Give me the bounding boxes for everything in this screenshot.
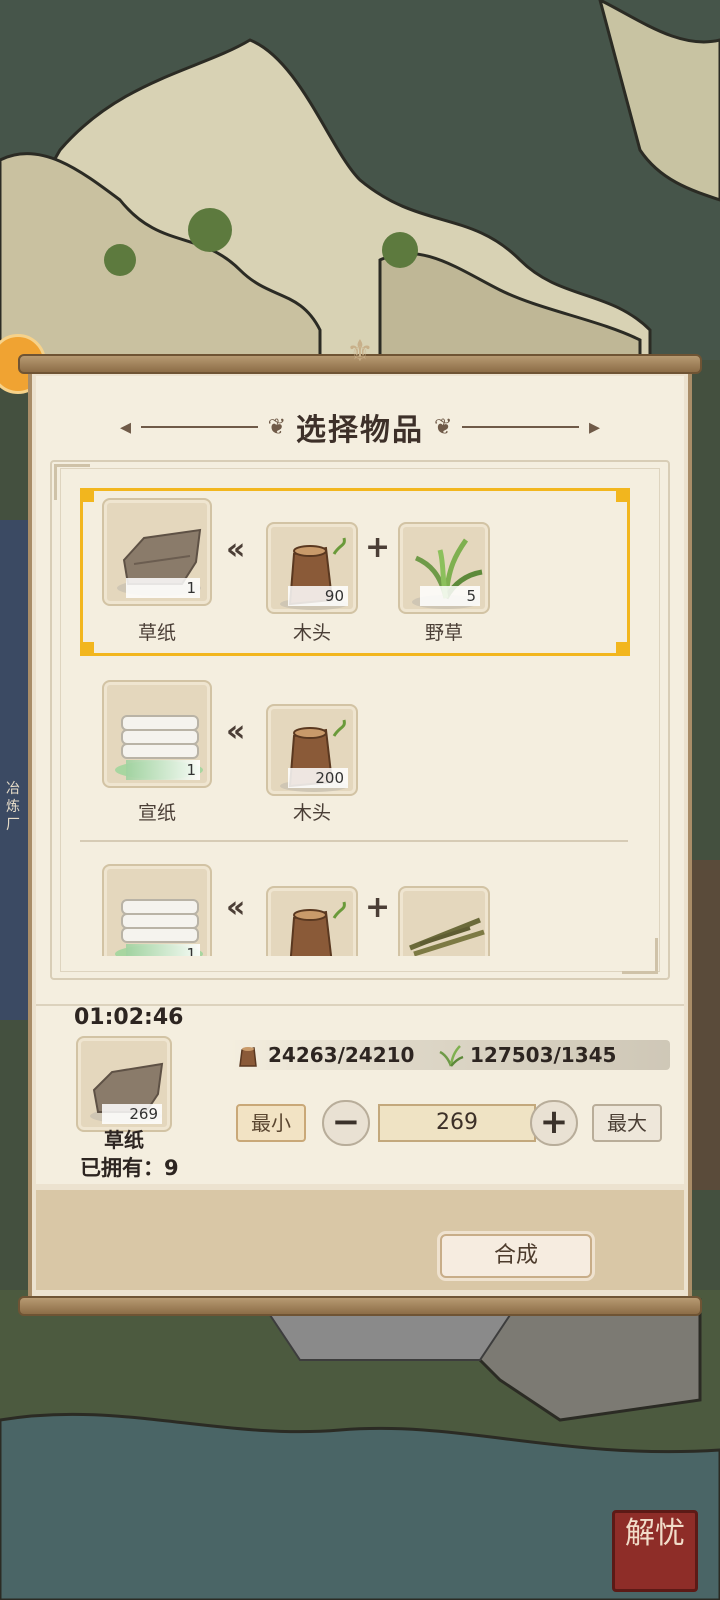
ingredient-name: 木头 bbox=[292, 622, 331, 644]
result-slot[interactable]: 1 bbox=[102, 498, 212, 606]
selected-item-count: 269 bbox=[102, 1104, 162, 1124]
resource-wood: 24263/24210 bbox=[236, 1040, 414, 1070]
recipe-row[interactable]: 1 草纸 « 90 木头 + 5 野草 bbox=[60, 470, 650, 656]
wood-log-icon bbox=[289, 901, 346, 956]
increase-button[interactable]: + bbox=[530, 1100, 578, 1146]
title-ornament-right-icon: ▸ bbox=[588, 414, 600, 440]
resource-grass: 127503/1345 bbox=[438, 1040, 616, 1070]
title-ornament-left-icon: ◂ bbox=[120, 414, 132, 440]
plus-icon: + bbox=[539, 1102, 569, 1142]
min-button[interactable]: 最小 bbox=[236, 1104, 306, 1142]
ingredient-slot[interactable]: 5 bbox=[398, 522, 490, 614]
twigs-icon bbox=[409, 917, 485, 956]
wild-grass-icon bbox=[439, 1045, 464, 1067]
seal-stamp-button[interactable]: 解忧 bbox=[612, 1510, 698, 1592]
item-count: 1 bbox=[126, 760, 200, 780]
ingredient-count: 5 bbox=[420, 586, 480, 606]
recipe-arrow-icon: « bbox=[226, 890, 246, 925]
result-slot[interactable]: 1 bbox=[102, 680, 212, 788]
item-name: 宣纸 bbox=[137, 802, 176, 824]
map-building-label[interactable]: 冶炼厂 bbox=[6, 780, 26, 834]
wood-log-icon bbox=[239, 1047, 257, 1067]
ingredient-name: 野草 bbox=[424, 622, 463, 644]
minus-icon: − bbox=[331, 1102, 361, 1142]
scroll-knot-icon: ⚜ bbox=[346, 334, 374, 369]
ingredient-slot[interactable]: 90 bbox=[266, 522, 358, 614]
result-slot[interactable]: 1 bbox=[102, 864, 212, 956]
max-button[interactable]: 最大 bbox=[592, 1104, 662, 1142]
ingredient-slot[interactable]: 200 bbox=[266, 704, 358, 796]
item-count: 1 bbox=[126, 944, 200, 956]
ingredient-name: 木头 bbox=[292, 802, 331, 824]
selected-item-name: 草纸 bbox=[104, 1128, 144, 1152]
dialog-title: 选择物品 bbox=[296, 413, 424, 448]
title-divider-right bbox=[462, 426, 579, 428]
title-swirl-left-icon: ❦ bbox=[267, 414, 286, 440]
title-swirl-right-icon: ❦ bbox=[434, 414, 453, 440]
rice-paper-icon bbox=[115, 899, 203, 956]
recipe-arrow-icon: « bbox=[226, 532, 246, 567]
craft-button[interactable]: 合成 bbox=[440, 1234, 592, 1278]
title-divider-left bbox=[141, 426, 258, 428]
resource-grass-amount: 127503/1345 bbox=[470, 1043, 617, 1067]
dialog-title-row: ◂ ❦ 选择物品 ❦ ▸ bbox=[120, 404, 600, 450]
recipe-list[interactable]: 1 草纸 « 90 木头 + 5 野草 1 宣纸 « 200 木头 1 « + bbox=[60, 470, 650, 956]
decrease-button[interactable]: − bbox=[322, 1100, 370, 1146]
resource-wood-amount: 24263/24210 bbox=[268, 1043, 415, 1067]
ingredient-count: 200 bbox=[288, 768, 348, 788]
recipe-row[interactable]: 1 宣纸 « 200 木头 bbox=[60, 652, 650, 824]
recipe-row[interactable]: 1 « + bbox=[60, 840, 650, 956]
recipe-arrow-icon: « bbox=[226, 714, 246, 749]
plus-icon: + bbox=[365, 530, 391, 565]
item-count: 1 bbox=[126, 578, 200, 598]
ingredient-slot[interactable] bbox=[266, 886, 358, 956]
owned-count: 已拥有：9 bbox=[80, 1156, 179, 1180]
ingredient-count: 90 bbox=[288, 586, 348, 606]
scroll-rod-bottom bbox=[18, 1296, 702, 1316]
craft-timer: 01:02:46 bbox=[74, 1005, 184, 1030]
ingredient-slot[interactable] bbox=[398, 886, 490, 956]
selected-item-slot[interactable]: 269 bbox=[76, 1036, 172, 1132]
quantity-input[interactable]: 269 bbox=[378, 1104, 536, 1142]
plus-icon: + bbox=[365, 890, 391, 925]
item-name: 草纸 bbox=[137, 622, 176, 644]
